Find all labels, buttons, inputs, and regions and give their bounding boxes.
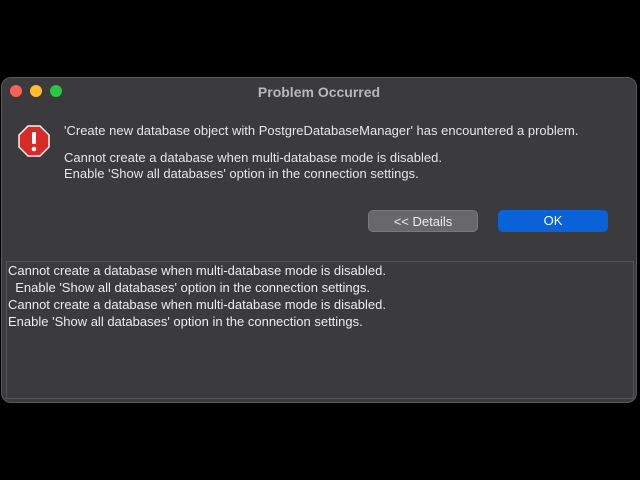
error-detail-line: Enable 'Show all databases' option in th… (64, 166, 419, 181)
error-icon (18, 125, 50, 157)
ok-button[interactable]: OK (498, 210, 608, 232)
title-bar[interactable]: Problem Occurred (2, 78, 636, 106)
details-line: Cannot create a database when multi-data… (8, 263, 386, 278)
details-line: Enable 'Show all databases' option in th… (8, 314, 363, 329)
details-line: Cannot create a database when multi-data… (8, 297, 386, 312)
error-detail-message: Cannot create a database when multi-data… (64, 150, 442, 182)
window-title: Problem Occurred (257, 84, 381, 100)
problem-dialog: Problem Occurred 'Create new database ob… (1, 77, 637, 403)
details-button[interactable]: << Details (368, 210, 478, 232)
error-detail-line: Cannot create a database when multi-data… (64, 150, 442, 165)
error-header-message: 'Create new database object with Postgre… (64, 123, 579, 138)
details-line: Enable 'Show all databases' option in th… (8, 280, 370, 295)
details-text-area[interactable]: Cannot create a database when multi-data… (6, 261, 634, 399)
